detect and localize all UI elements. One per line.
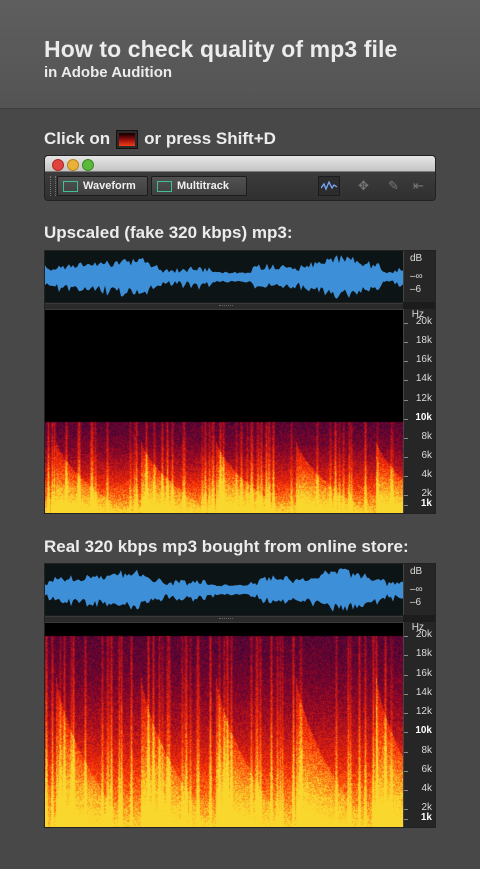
audition-toolbar: Waveform Multitrack ✥ ✎ ⇤ [44,155,436,201]
hz-tick [404,505,408,506]
db-label: dB [410,566,423,577]
waveform-trace [45,568,403,612]
hz-tick [404,399,408,401]
hz-ruler: Hz 20k 18k 16k 14k 12k 10k 8k 6k 4k 2k 1k [403,309,435,513]
hz-tick [404,732,408,734]
waveform-display [45,251,403,302]
hz-label: 16k [415,667,432,679]
hz-tick [404,693,408,695]
hz-tick [404,476,408,478]
hz-label: 8k [421,430,432,442]
zoom-window-button[interactable] [82,159,94,171]
hz-tick [404,809,408,811]
panel-resize-divider[interactable] [45,616,403,623]
hz-tick [404,636,408,637]
hz-label: 8k [421,744,432,756]
spectral-display [45,310,403,513]
page-title: How to check quality of mp3 file [44,36,398,62]
hz-tick [404,819,408,820]
hz-label: 1k [420,812,432,823]
hz-label: 18k [415,648,432,660]
hz-label: 16k [415,354,432,366]
hz-tick [404,323,408,324]
instruction-suffix: or press Shift+D [144,129,276,148]
hz-tick [404,655,408,657]
hz-label: 18k [415,335,432,347]
hz-label: 6k [421,450,432,462]
hz-label: 4k [421,469,432,481]
editor-panel-fake: dB –∞ –6 Hz 20k 18k 16k 14k 12k 10k 8k 6k 4k 2k 1k [44,250,436,514]
section-label-real: Real 320 kbps mp3 bought from online sto… [44,537,409,556]
db-label: –6 [410,597,422,608]
hz-label: 6k [421,763,432,775]
move-tool-icon[interactable]: ✥ [358,178,369,194]
toolbar-body: Waveform Multitrack ✥ ✎ ⇤ [45,172,435,200]
hz-tick [404,380,408,382]
waveform-mode-button[interactable]: Waveform [57,176,148,196]
multitrack-mode-button[interactable]: Multitrack [151,176,247,196]
spectral-display [45,623,403,827]
waveform-mode-icon [63,180,78,192]
spectral-view-icon [116,129,139,149]
section-label-fake: Upscaled (fake 320 kbps) mp3: [44,223,293,242]
minimize-window-button[interactable] [67,159,79,171]
hz-label: 10k [415,411,432,423]
hz-label: 12k [415,706,432,718]
page-subtitle: in Adobe Audition [44,64,173,81]
db-label: –∞ [410,584,423,595]
hz-label: 4k [421,783,432,795]
hz-label: 10k [415,725,432,737]
brush-tool-icon[interactable]: ✎ [388,178,399,194]
hz-tick [404,674,408,676]
window-titlebar [45,156,435,172]
hz-tick [404,790,408,792]
toolbar-grip-handle[interactable] [50,176,56,196]
instruction-line: Click on or press Shift+D [44,129,276,149]
hz-ruler: Hz 20k 18k 16k 14k 12k 10k 8k 6k 4k 2k 1k [403,622,435,827]
editor-panel-real: dB –∞ –6 Hz 20k 18k 16k 14k 12k 10k 8k 6k 4k 2k 1k [44,563,436,828]
hz-tick [404,361,408,363]
hz-label: 12k [415,392,432,404]
hz-tick [404,437,408,439]
close-window-button[interactable] [52,159,64,171]
hz-tick [404,457,408,459]
db-label: –∞ [410,271,423,282]
header-banner: How to check quality of mp3 file in Adob… [0,0,480,109]
waveform-mode-label: Waveform [83,180,136,192]
hz-label: 14k [415,373,432,385]
hz-label: 1k [420,498,432,509]
hz-tick [404,342,408,344]
hz-tick [404,751,408,753]
db-ruler: dB –∞ –6 [403,251,435,302]
hz-label: 20k [415,629,432,640]
spectral-pitch-icon [321,180,337,191]
hz-label: 20k [415,316,432,327]
multitrack-mode-icon [157,180,172,192]
waveform-trace [45,255,403,299]
multitrack-mode-label: Multitrack [177,180,229,192]
db-ruler: dB –∞ –6 [403,564,435,615]
hz-tick [404,770,408,772]
time-selection-tool-icon[interactable]: ⇤ [413,178,424,194]
hz-tick [404,713,408,715]
hz-tick [404,418,408,420]
db-label: –6 [410,284,422,295]
instruction-prefix: Click on [44,129,111,148]
db-label: dB [410,253,423,264]
hz-label: 14k [415,686,432,698]
waveform-display [45,564,403,615]
hz-tick [404,495,408,497]
show-spectral-pitch-button[interactable] [318,176,340,196]
panel-resize-divider[interactable] [45,303,403,310]
